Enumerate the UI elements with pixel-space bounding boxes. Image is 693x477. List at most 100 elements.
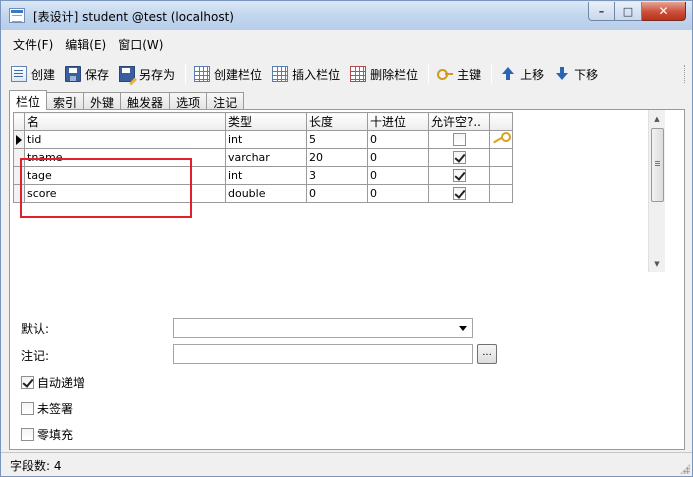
zerofill-option[interactable]: 零填充 [21, 426, 73, 443]
field-decimals-cell[interactable]: 0 [367, 184, 429, 203]
primary-key-label: 主键 [457, 67, 482, 82]
save-button[interactable]: 保存 [61, 62, 113, 86]
comment-field[interactable] [173, 344, 473, 364]
tab-foreign-keys[interactable]: 外键 [83, 92, 122, 110]
create-label: 创建 [31, 67, 56, 82]
row-selector-header [13, 112, 25, 131]
create-button[interactable]: 创建 [7, 62, 59, 86]
add-field-icon [194, 66, 211, 82]
move-down-label: 下移 [574, 67, 599, 82]
allow-null-checkbox[interactable] [452, 169, 466, 183]
allow-null-cell[interactable] [428, 130, 490, 149]
tab-options[interactable]: 选项 [169, 92, 208, 110]
field-type-cell[interactable]: double [225, 184, 307, 203]
table-row[interactable]: tname varchar 20 0 [13, 148, 513, 167]
row-selector[interactable] [13, 148, 25, 167]
column-header-allow-null[interactable]: 允许空?.. [428, 112, 490, 131]
field-name-cell[interactable]: tid [24, 130, 226, 149]
minimize-icon: – [598, 4, 605, 18]
menu-window[interactable]: 窗口(W) [112, 34, 169, 54]
create-field-button[interactable]: 创建栏位 [190, 62, 266, 86]
allow-null-checkbox[interactable] [452, 151, 466, 165]
field-decimals-cell[interactable]: 0 [367, 148, 429, 167]
field-length-cell[interactable]: 5 [306, 130, 368, 149]
key-icon [437, 66, 454, 82]
save-as-button[interactable]: 另存为 [115, 62, 179, 86]
resize-grip-icon[interactable] [680, 464, 690, 474]
field-length-cell[interactable]: 3 [306, 166, 368, 185]
tab-fields[interactable]: 栏位 [9, 90, 48, 110]
tab-indexes[interactable]: 索引 [46, 92, 85, 110]
row-selector[interactable] [13, 130, 25, 149]
maximize-icon: □ [622, 4, 634, 18]
unsigned-checkbox[interactable] [21, 402, 34, 415]
column-header-decimals[interactable]: 十进位 [367, 112, 429, 131]
column-header-name[interactable]: 名 [24, 112, 226, 131]
save-label: 保存 [85, 67, 110, 82]
field-type-cell[interactable]: int [225, 130, 307, 149]
row-selector[interactable] [13, 184, 25, 203]
table-row[interactable]: tid int 5 0 [13, 130, 513, 149]
save-as-label: 另存为 [139, 67, 176, 82]
status-bar: 字段数: 4 [1, 452, 692, 476]
comment-edit-button[interactable]: ... [477, 344, 497, 364]
tab-comment[interactable]: 注记 [206, 92, 245, 110]
menu-edit[interactable]: 编辑(E) [59, 34, 112, 54]
allow-null-cell[interactable] [428, 148, 490, 167]
field-grid-area: 名 类型 长度 十进位 允许空?.. tid int 5 0 tname varchar 2… [10, 110, 666, 272]
default-label: 默认: [21, 322, 50, 336]
allow-null-cell[interactable] [428, 166, 490, 185]
move-up-button[interactable]: 上移 [496, 62, 548, 86]
grid-body: tid int 5 0 tname varchar 20 0 tage int 3 0 score dou… [13, 130, 513, 203]
scroll-up-icon[interactable]: ▲ [649, 110, 665, 127]
field-length-cell[interactable]: 0 [306, 184, 368, 203]
delete-field-button[interactable]: 删除栏位 [346, 62, 422, 86]
toolbar-separator [185, 64, 187, 84]
key-cell [489, 148, 513, 167]
field-name-cell[interactable]: tage [24, 166, 226, 185]
save-icon [65, 66, 82, 82]
field-decimals-cell[interactable]: 0 [367, 130, 429, 149]
move-up-label: 上移 [520, 67, 545, 82]
move-down-button[interactable]: 下移 [550, 62, 602, 86]
grid-vertical-scrollbar[interactable]: ▲ ▼ [648, 110, 665, 272]
minimize-button[interactable]: – [588, 2, 615, 21]
insert-field-icon [272, 66, 289, 82]
tab-panel-fields: 名 类型 长度 十进位 允许空?.. tid int 5 0 tname varchar 2… [9, 109, 685, 450]
table-row[interactable]: score double 0 0 [13, 184, 513, 203]
allow-null-cell[interactable] [428, 184, 490, 203]
close-button[interactable]: ✕ [642, 2, 686, 21]
insert-field-button[interactable]: 插入栏位 [268, 62, 344, 86]
field-name-cell[interactable]: score [24, 184, 226, 203]
field-name-cell[interactable]: tname [24, 148, 226, 167]
field-count-status: 字段数: 4 [10, 459, 62, 473]
scroll-down-icon[interactable]: ▼ [649, 255, 665, 272]
menu-file[interactable]: 文件(F) [7, 34, 59, 54]
maximize-button[interactable]: □ [615, 2, 642, 21]
zerofill-checkbox[interactable] [21, 428, 34, 441]
allow-null-checkbox[interactable] [452, 187, 466, 201]
allow-null-checkbox[interactable] [452, 133, 466, 147]
toolbar-separator [491, 64, 493, 84]
primary-key-icon [492, 132, 511, 144]
scroll-thumb[interactable] [651, 128, 664, 202]
tab-triggers[interactable]: 触发器 [120, 92, 171, 110]
column-header-type[interactable]: 类型 [225, 112, 307, 131]
auto-increment-option[interactable]: 自动递增 [21, 374, 85, 391]
window-controls: – □ ✕ [588, 2, 686, 21]
row-selector[interactable] [13, 166, 25, 185]
field-decimals-cell[interactable]: 0 [367, 166, 429, 185]
auto-increment-checkbox[interactable] [21, 376, 34, 389]
field-type-cell[interactable]: int [225, 166, 307, 185]
primary-key-button[interactable]: 主键 [433, 62, 485, 86]
unsigned-option[interactable]: 未签署 [21, 400, 73, 417]
column-header-length[interactable]: 长度 [306, 112, 368, 131]
default-combobox[interactable] [173, 318, 473, 338]
save-as-icon [119, 66, 136, 82]
current-row-icon [16, 135, 22, 145]
table-row[interactable]: tage int 3 0 [13, 166, 513, 185]
field-grid: 名 类型 长度 十进位 允许空?.. tid int 5 0 tname varchar 2… [13, 112, 513, 203]
field-type-cell[interactable]: varchar [225, 148, 307, 167]
field-length-cell[interactable]: 20 [306, 148, 368, 167]
toolbar-grip[interactable] [684, 65, 687, 83]
